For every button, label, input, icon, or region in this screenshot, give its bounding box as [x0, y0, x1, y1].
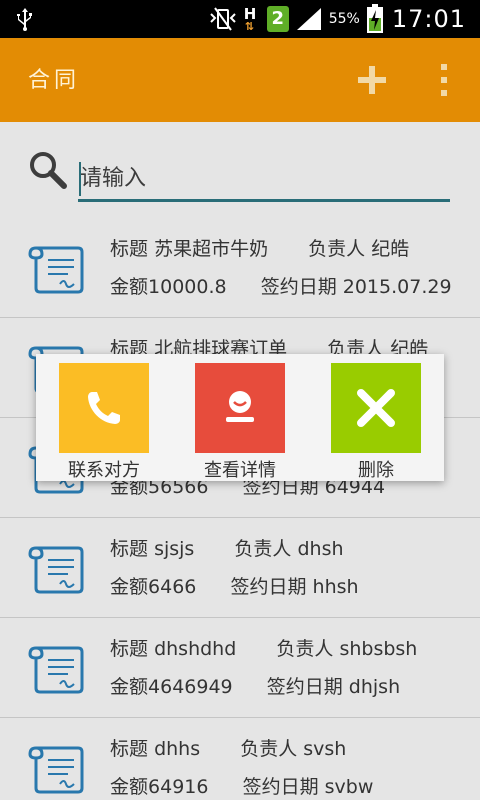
network-h-icon: H ⇅ [243, 5, 257, 33]
delete-label: 删除 [358, 460, 394, 481]
view-details-label: 查看详情 [204, 460, 276, 481]
status-bar: H ⇅ 2 55% 17:01 [0, 0, 480, 38]
close-icon [357, 389, 395, 427]
app-bar: 合同 [0, 38, 480, 122]
signal-icon [296, 8, 321, 30]
page-title: 合同 [28, 68, 81, 93]
plus-icon[interactable] [354, 62, 390, 98]
contact-action[interactable]: 联系对方 [59, 363, 149, 481]
view-details-action[interactable]: 查看详情 [195, 363, 285, 481]
phone-icon [88, 392, 120, 424]
contract-actions-dialog: 联系对方 查看详情 删除 [36, 354, 444, 481]
usb-icon [17, 8, 32, 31]
sim-2-icon: 2 [266, 6, 289, 32]
overflow-menu-icon[interactable] [432, 60, 456, 100]
contact-tile[interactable] [59, 363, 149, 453]
clock: 17:01 [391, 5, 466, 33]
person-icon [226, 391, 254, 422]
delete-action[interactable]: 删除 [331, 363, 421, 481]
view-details-tile[interactable] [195, 363, 285, 453]
vibrate-icon [209, 7, 236, 31]
contact-label: 联系对方 [68, 460, 140, 481]
battery-charging-icon [366, 4, 383, 33]
battery-percent: 55% [328, 11, 360, 27]
delete-tile[interactable] [331, 363, 421, 453]
